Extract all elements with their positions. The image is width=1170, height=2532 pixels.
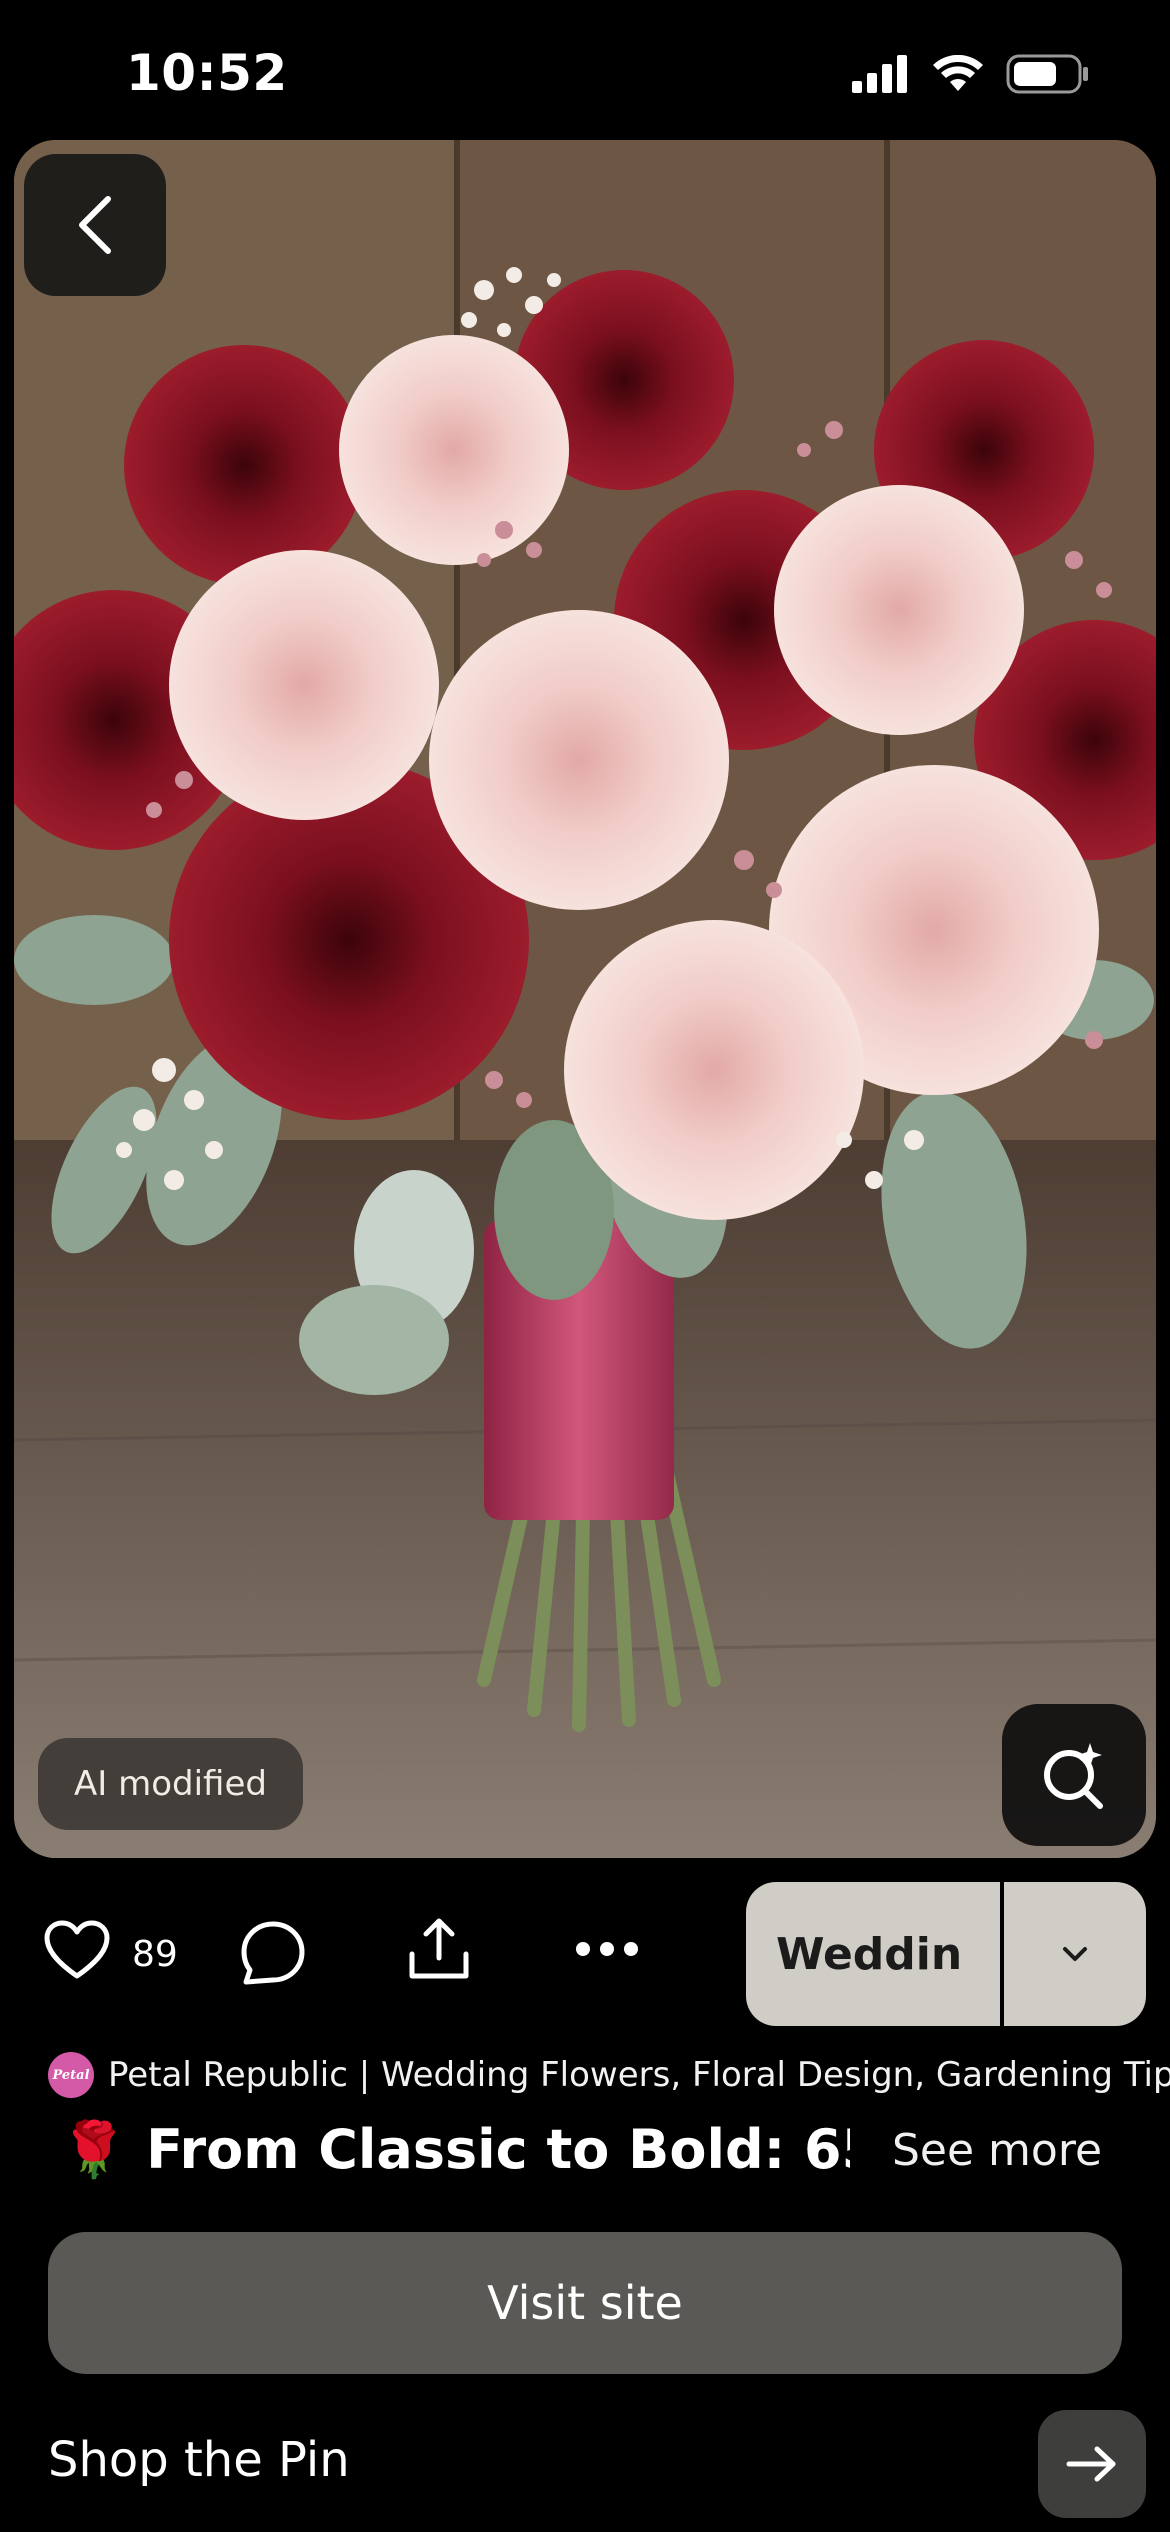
cellular-signal-icon — [852, 55, 907, 93]
pin-title: 🌹 From Classic to Bold: 65... — [60, 2118, 850, 2182]
see-more-link[interactable]: See more — [892, 2125, 1102, 2176]
chevron-down-icon — [1063, 1947, 1087, 1961]
shop-the-pin-title: Shop the Pin — [48, 2432, 350, 2488]
share-icon[interactable] — [406, 1916, 472, 1982]
like-count: 89 — [132, 1934, 178, 1975]
battery-icon — [1006, 54, 1088, 94]
visual-search-button[interactable] — [1002, 1704, 1146, 1846]
chevron-left-icon — [79, 196, 111, 254]
visit-site-button[interactable]: Visit site — [48, 2232, 1122, 2374]
wifi-icon — [933, 55, 983, 91]
status-bar: 10:52 — [0, 0, 1170, 140]
shop-the-pin-arrow-button[interactable] — [1038, 2410, 1146, 2518]
back-button[interactable] — [24, 154, 166, 296]
status-icons — [852, 54, 1090, 94]
ai-modified-badge[interactable]: AI modified — [38, 1738, 303, 1830]
rose-bouquet-image — [14, 140, 1156, 1858]
comment-icon[interactable] — [240, 1920, 306, 1986]
board-name-button[interactable]: Weddin — [746, 1882, 1000, 2026]
pin-image[interactable] — [14, 140, 1156, 1858]
board-name-label: Weddin — [776, 1928, 963, 1980]
board-dropdown-button[interactable] — [1004, 1882, 1146, 2026]
pin-title-row: 🌹 From Classic to Bold: 65... See more — [60, 2110, 1140, 2190]
avatar: Petal — [48, 2052, 94, 2098]
arrow-right-icon — [1066, 2446, 1116, 2482]
pin-detail-screen: 10:52 AI modified 89 Weddin Petal Petal … — [0, 0, 1170, 2532]
board-select[interactable]: Weddin — [746, 1882, 1146, 2026]
status-time: 10:52 — [126, 44, 288, 102]
heart-icon[interactable] — [44, 1920, 110, 1980]
visit-site-label: Visit site — [487, 2276, 683, 2330]
more-icon[interactable] — [574, 1938, 640, 1960]
ai-modified-label: AI modified — [74, 1764, 267, 1804]
rose-emoji-icon: 🌹 — [60, 2118, 128, 2181]
creator-name[interactable]: Petal Republic | Wedding Flowers, Floral… — [108, 2055, 1170, 2095]
pin-title-text: From Classic to Bold: 65... — [146, 2118, 850, 2181]
creator-row[interactable]: Petal Petal Republic | Wedding Flowers, … — [48, 2050, 1170, 2100]
visual-search-icon — [1044, 1743, 1103, 1809]
